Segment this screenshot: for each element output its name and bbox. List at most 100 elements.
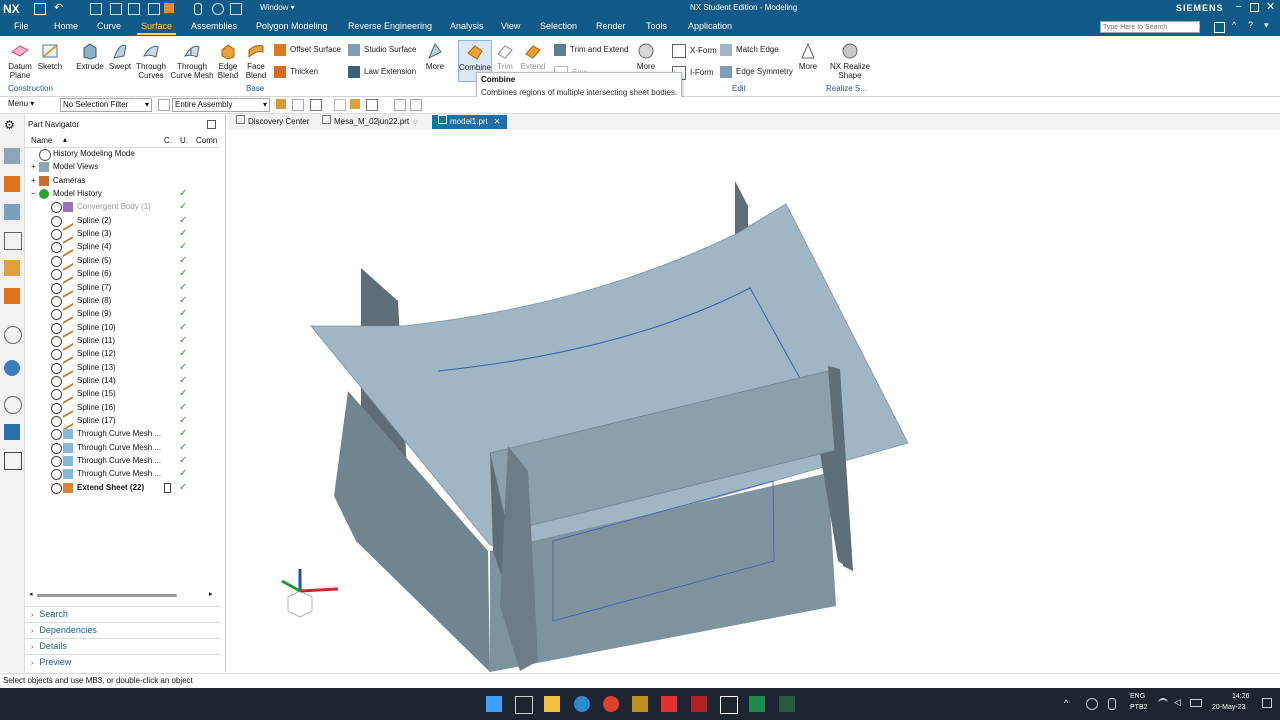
language-primary[interactable]: ENG <box>1130 693 1145 700</box>
face-blend-button[interactable]: Face Blend <box>242 42 270 80</box>
paste-icon[interactable] <box>128 3 140 15</box>
visibility-icon[interactable] <box>51 416 62 427</box>
app-icon[interactable] <box>632 696 648 712</box>
notifications-icon[interactable] <box>1262 698 1272 708</box>
tab-model1[interactable]: model1.prt ✕ <box>432 115 507 129</box>
graphics-viewport[interactable] <box>228 131 1278 672</box>
edge-icon[interactable] <box>574 696 590 712</box>
expand-icon[interactable]: + <box>31 160 36 173</box>
cursor-app-icon[interactable] <box>720 696 738 714</box>
file-explorer-icon[interactable] <box>544 696 560 712</box>
scroll-left-icon[interactable]: ◂ <box>29 590 33 598</box>
visibility-icon[interactable] <box>51 229 62 241</box>
navigator-row[interactable]: Spline (10) ✓ <box>25 319 220 338</box>
web-browser-icon[interactable] <box>4 288 20 304</box>
visibility-icon[interactable] <box>51 362 62 374</box>
minimize-icon[interactable]: – <box>1236 1 1242 12</box>
language-secondary[interactable]: PTB2 <box>1130 704 1148 711</box>
navigator-row[interactable]: Through Curve Mesh ... ✓ <box>25 454 220 468</box>
navigator-row[interactable]: Spline (16) ✓ <box>25 399 220 418</box>
navigator-row[interactable]: History Modeling Mode <box>25 147 220 161</box>
face-rule-icon[interactable] <box>394 99 406 111</box>
extrude-button[interactable]: Extrude <box>74 42 106 71</box>
system-materials-icon[interactable] <box>4 360 20 376</box>
navigator-row[interactable]: Spline (3) ✓ <box>25 226 220 244</box>
tab-polygon-modeling[interactable]: Polygon Modeling <box>256 21 328 31</box>
select-mode-icon[interactable] <box>310 99 322 111</box>
edit-more-button[interactable]: More <box>796 42 820 71</box>
assembly-navigator-icon[interactable] <box>4 148 20 164</box>
task-view-icon[interactable] <box>515 696 533 714</box>
nx-app-icon[interactable] <box>691 696 707 712</box>
mic-tray-icon[interactable] <box>1108 698 1116 710</box>
hamburger-menu[interactable]: Menu ▾ <box>8 99 34 108</box>
navigator-row[interactable]: Spline (2) ✓ <box>25 212 220 231</box>
edge-symmetry-button[interactable]: Edge Symmetry <box>720 66 793 78</box>
visibility-icon[interactable] <box>51 309 62 321</box>
visibility-icon[interactable] <box>51 442 62 454</box>
tab-mesa-part[interactable]: Mesa_M_02jun22.prt ◌ <box>316 115 424 129</box>
navigator-row[interactable]: Through Curve Mesh ... ✓ <box>25 427 220 441</box>
tab-selection[interactable]: Selection <box>540 21 577 31</box>
navigator-row[interactable]: Spline (12) ✓ <box>25 346 220 365</box>
battery-icon[interactable] <box>1190 699 1202 707</box>
thicken-button[interactable]: Thicken <box>274 66 318 78</box>
window-menu[interactable]: Window ▾ <box>260 3 295 12</box>
curve-rule-icon[interactable] <box>366 99 378 111</box>
column-name[interactable]: Name <box>31 136 52 145</box>
through-curve-mesh-button[interactable]: Through Curve Mesh <box>170 42 214 80</box>
through-curves-button[interactable]: Through Curves <box>134 42 168 80</box>
tray-chevron-icon[interactable]: ^ <box>1064 698 1068 708</box>
tab-view[interactable]: View <box>501 21 520 31</box>
navigator-row[interactable]: Through Curve Mesh ... ✓ <box>25 467 220 481</box>
column-c[interactable]: C. <box>164 136 172 145</box>
reuse-library-icon[interactable] <box>4 232 22 250</box>
sketch-button[interactable]: Sketch <box>36 42 64 71</box>
navigator-row[interactable]: Spline (7) ✓ <box>25 279 220 298</box>
law-extension-button[interactable]: Law Extension <box>348 66 416 78</box>
filter-icon[interactable] <box>158 99 170 111</box>
navigator-row[interactable]: + Model Views <box>25 160 220 173</box>
navigator-row[interactable]: Spline (15) ✓ <box>25 386 220 405</box>
snap-point-icon[interactable] <box>334 99 346 111</box>
search-app-icon[interactable] <box>661 696 677 712</box>
navigator-row[interactable]: Extend Sheet (22) ✓ <box>25 481 220 494</box>
panel-preview[interactable]: › Preview <box>25 654 220 670</box>
sort-asc-icon[interactable]: ▴ <box>63 135 67 144</box>
copy-icon[interactable] <box>90 3 102 15</box>
visibility-icon[interactable] <box>51 389 62 401</box>
roles-icon[interactable] <box>4 452 22 470</box>
terminal-icon[interactable] <box>779 696 795 712</box>
tab-render[interactable]: Render <box>596 21 626 31</box>
close-tab-icon[interactable]: ✕ <box>494 117 501 126</box>
navigator-row[interactable]: Spline (9) ✓ <box>25 306 220 325</box>
part-navigator-icon[interactable] <box>4 204 20 220</box>
visibility-icon[interactable] <box>51 202 62 214</box>
column-u[interactable]: U. <box>180 136 188 145</box>
panel-dependencies[interactable]: › Dependencies <box>25 622 220 638</box>
search-icon[interactable]: ⌕ <box>1196 21 1201 32</box>
panel-details[interactable]: › Details <box>25 638 220 654</box>
visibility-icon[interactable] <box>51 402 62 414</box>
column-comment[interactable]: Comn <box>196 136 217 145</box>
tab-home[interactable]: Home <box>54 21 78 31</box>
touch-mode-icon[interactable] <box>212 3 224 15</box>
close-icon[interactable]: ✕ <box>1266 0 1275 13</box>
navigator-row[interactable]: Spline (8) ✓ <box>25 292 220 311</box>
selection-filter-dropdown[interactable]: No Selection Filter <box>60 98 152 112</box>
navigator-row[interactable]: Spline (11) ✓ <box>25 333 220 351</box>
base-more-button[interactable]: More <box>422 42 448 71</box>
navigator-row[interactable]: Spline (6) ✓ <box>25 266 220 285</box>
collapse-icon[interactable]: − <box>31 187 36 200</box>
tab-analysis[interactable]: Analysis <box>450 21 484 31</box>
tab-reverse-engineering[interactable]: Reverse Engineering <box>348 21 432 31</box>
tab-surface[interactable]: Surface <box>136 21 177 35</box>
start-icon[interactable] <box>486 696 502 712</box>
scroll-thumb[interactable] <box>37 594 177 597</box>
hd3d-tools-icon[interactable] <box>4 260 20 276</box>
onedrive-icon[interactable] <box>1086 698 1098 710</box>
trim-button[interactable]: Trim <box>492 42 518 71</box>
visibility-icon[interactable] <box>51 282 62 294</box>
repeat-icon[interactable] <box>148 3 160 15</box>
match-edge-button[interactable]: Match Edge <box>720 44 779 56</box>
